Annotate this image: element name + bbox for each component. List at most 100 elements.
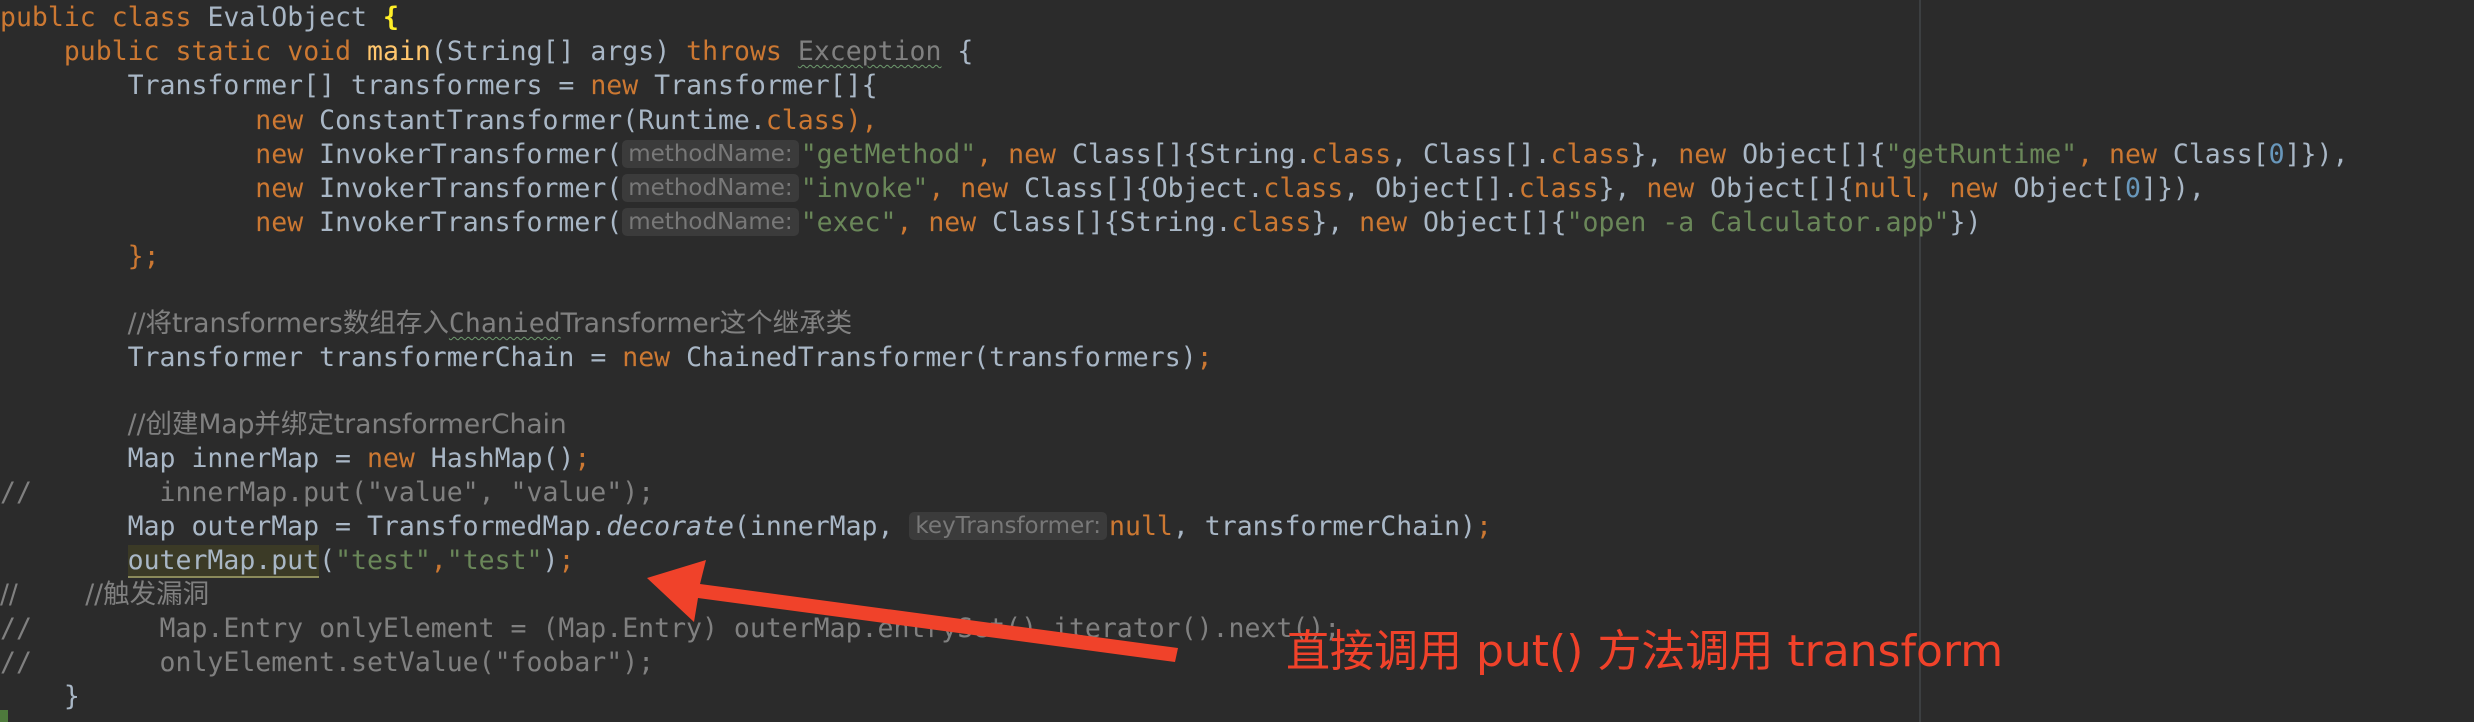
object-array: Object[]{ xyxy=(1694,173,1854,204)
comment-text: //将transformers数组存入 xyxy=(127,308,449,339)
comment-text: // Map.Entry onlyElement = (Map.Entry) o… xyxy=(0,613,1341,644)
exception-type: Exception xyxy=(797,36,942,67)
code-line-invoker-getmethod[interactable]: new InvokerTransformer(methodName: "getMe… xyxy=(0,138,2348,172)
number-literal: 0 xyxy=(2268,139,2285,170)
keyword-class: class xyxy=(1550,139,1631,170)
chain-lhs: Transformer transformerChain = xyxy=(127,342,623,373)
invoker-call: InvokerTransformer( xyxy=(303,139,623,170)
code-line-commented-set[interactable]: // onlyElement.setValue("foobar"); xyxy=(0,646,654,680)
object-array: Object[ xyxy=(1997,173,2126,204)
code-line-class-decl[interactable]: public class EvalObject { xyxy=(0,1,399,35)
code-line-invoker-invoke[interactable]: new InvokerTransformer(methodName: "invok… xyxy=(0,172,2205,206)
string-literal: "getRuntime" xyxy=(1885,139,2078,170)
inner-lhs: Map innerMap = xyxy=(127,443,367,474)
semicolon: ; xyxy=(1476,511,1492,542)
comment-text: Transformer这个继承类 xyxy=(560,308,853,339)
keyword-null: null xyxy=(1853,173,1918,204)
keyword-new: new xyxy=(2109,139,2157,170)
array-close: }; xyxy=(127,241,160,272)
keyword-new: new xyxy=(255,139,304,170)
code-line-outer-put[interactable]: outerMap.put("test","test"); xyxy=(0,544,574,578)
code-line-commented-entry[interactable]: // Map.Entry onlyElement = (Map.Entry) o… xyxy=(0,612,1340,646)
keyword-new: new xyxy=(255,173,304,204)
close-paren: ) xyxy=(542,545,559,576)
code-line-comment-map[interactable]: //创建Map并绑定transformerChain xyxy=(0,408,567,442)
transformers-type: Transformer[] transformers = xyxy=(127,70,591,101)
code-line-main-close[interactable]: } xyxy=(0,680,80,714)
invoker-call: InvokerTransformer( xyxy=(303,207,623,238)
keyword-new: new xyxy=(255,105,304,136)
main-params: (String[] args) xyxy=(430,36,671,67)
comment-text: //创建Map并绑定transformerChain xyxy=(127,409,567,440)
class-array: Class[ xyxy=(2156,139,2269,170)
code-line-main-decl[interactable]: public static void main(String[] args) t… xyxy=(0,35,974,69)
param-hint-keytransformer: keyTransformer: xyxy=(909,512,1108,540)
right-margin-guide xyxy=(1919,0,1921,722)
string-literal: "test" xyxy=(446,545,543,576)
keyword-class: class xyxy=(111,2,192,33)
separator: , xyxy=(430,545,447,576)
keyword-new: new xyxy=(590,70,639,101)
class-array: Class[]{Object. xyxy=(1008,173,1264,204)
outer-lhs: Map outerMap = TransformedMap. xyxy=(127,511,607,542)
keyword-new: new xyxy=(1008,139,1056,170)
code-editor[interactable]: public class EvalObject { public static … xyxy=(0,0,2474,722)
close-paren: ]}), xyxy=(2141,173,2205,204)
separator: , Class[]. xyxy=(1391,139,1551,170)
semicolon: ; xyxy=(1196,342,1213,373)
code-line-comment-chain[interactable]: //将transformers数组存入ChaniedTransformer这个继… xyxy=(0,307,852,341)
code-line-commented-put[interactable]: // innerMap.put("value", "value"); xyxy=(0,476,654,510)
keyword-public: public xyxy=(0,2,96,33)
open-paren: ( xyxy=(319,545,336,576)
class-name: EvalObject xyxy=(207,2,367,33)
method-decorate: decorate xyxy=(606,511,734,542)
code-line-constant-transformer[interactable]: new ConstantTransformer(Runtime.class), xyxy=(0,104,878,138)
code-line-invoker-exec[interactable]: new InvokerTransformer(methodName: "exec"… xyxy=(0,206,1981,240)
separator: }, xyxy=(1311,207,1360,238)
outer-args-rest: , transformerChain) xyxy=(1172,511,1477,542)
close-paren: ), xyxy=(845,105,878,136)
string-literal: "invoke" xyxy=(800,173,929,204)
keyword-void: void xyxy=(287,36,352,67)
gutter-marker xyxy=(0,710,8,722)
code-line-outer-map[interactable]: Map outerMap = TransformedMap.decorate(i… xyxy=(0,510,1492,544)
code-line-commented-trigger[interactable]: // //触发漏洞 xyxy=(0,578,209,612)
param-hint-methodname: methodName: xyxy=(622,174,799,202)
separator: , xyxy=(2077,139,2110,170)
keyword-new: new xyxy=(1359,207,1408,238)
open-brace: { xyxy=(957,36,974,67)
number-literal: 0 xyxy=(2125,173,2141,204)
string-literal: "getMethod" xyxy=(800,139,977,170)
separator: , Object[]. xyxy=(1343,173,1519,204)
highlighted-put-call[interactable]: outerMap.put xyxy=(127,545,320,578)
separator: , xyxy=(976,139,1009,170)
close-brace: } xyxy=(63,681,80,712)
keyword-class: class xyxy=(1311,139,1392,170)
keyword-new: new xyxy=(1678,139,1727,170)
keyword-class: class xyxy=(1518,173,1599,204)
keyword-new: new xyxy=(622,342,671,373)
comment-text: // //触发漏洞 xyxy=(0,579,210,610)
separator: }, xyxy=(1598,173,1647,204)
keyword-new: new xyxy=(1949,173,1998,204)
close-paren: ]}), xyxy=(2284,139,2349,170)
separator: , xyxy=(928,173,961,204)
comment-typo: Chanied xyxy=(448,308,561,339)
close-paren: }) xyxy=(1949,207,1982,238)
code-line-chain-decl[interactable]: Transformer transformerChain = new Chain… xyxy=(0,341,1213,375)
code-line-inner-map[interactable]: Map innerMap = new HashMap(); xyxy=(0,442,591,476)
param-hint-methodname: methodName: xyxy=(622,208,799,236)
keyword-class: class xyxy=(1263,173,1344,204)
separator: }, xyxy=(1630,139,1679,170)
keyword-new: new xyxy=(255,207,304,238)
code-line-transformers-decl[interactable]: Transformer[] transformers = new Transfo… xyxy=(0,69,878,103)
code-line-array-close[interactable]: }; xyxy=(0,240,160,274)
string-literal: "test" xyxy=(335,545,431,576)
keyword-new: new xyxy=(366,443,415,474)
invoker-call: InvokerTransformer( xyxy=(303,173,623,204)
semicolon: ; xyxy=(574,443,591,474)
keyword-class: class xyxy=(1231,207,1312,238)
constant-call: ConstantTransformer(Runtime. xyxy=(303,105,766,136)
param-hint-methodname: methodName: xyxy=(622,140,799,168)
comment-text: // innerMap.put("value", "value"); xyxy=(0,477,655,508)
